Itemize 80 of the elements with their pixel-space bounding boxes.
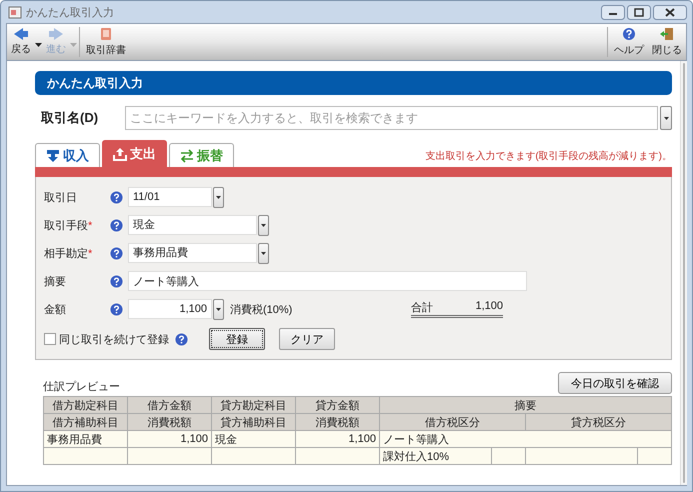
caret-icon (261, 224, 266, 226)
column-header: 貸方勘定科目 (212, 396, 296, 414)
action-button[interactable]: クリア (279, 328, 335, 350)
help-icon[interactable] (110, 274, 123, 288)
toolbar-button[interactable]: 閉じる (648, 27, 686, 57)
column-header: 借方金額 (128, 396, 212, 414)
download-arrow-icon (46, 148, 60, 162)
upload-tray-icon (113, 147, 127, 161)
required-mark: * (88, 248, 92, 260)
caret-icon (216, 308, 221, 310)
field-label: 取引日 (44, 192, 77, 204)
minimize-button[interactable] (601, 4, 625, 20)
total-value: 1,100 (475, 300, 503, 314)
text-field[interactable]: ノート等購入 (128, 271, 527, 291)
close-button[interactable] (653, 4, 687, 20)
exit-door-icon (659, 27, 675, 41)
app-icon (8, 6, 22, 18)
checkbox[interactable] (44, 333, 56, 345)
table-cell: 課対仕入10% (380, 448, 492, 464)
column-header: 貸方税区分 (526, 414, 672, 430)
back-arrow-icon (13, 28, 29, 40)
caret-icon (216, 196, 221, 198)
table-cell: 現金 (212, 430, 296, 448)
section-header: かんたん取引入力 (35, 71, 672, 95)
dropdown-button[interactable] (213, 298, 224, 320)
required-mark: * (88, 220, 92, 232)
preview-title: 仕訳プレビュー (43, 380, 120, 394)
window-title: かんたん取引入力 (26, 6, 115, 20)
transaction-name-label: 取引名(D) (40, 109, 100, 127)
tab-hint: 支出取引を入力できます(取引手段の残高が減ります)。 (424, 150, 672, 164)
field-label: 相手勘定 (44, 248, 88, 260)
help-icon[interactable] (175, 332, 188, 346)
total-label: 合計 (411, 300, 433, 315)
column-header: 消費税額 (296, 414, 380, 430)
caret-icon[interactable] (35, 43, 42, 47)
dropdown-button[interactable] (213, 186, 224, 208)
column-header: 貸方補助科目 (212, 414, 296, 430)
maximize-button[interactable] (627, 4, 651, 20)
column-header: 摘要 (380, 396, 672, 414)
column-header: 消費税額 (128, 414, 212, 430)
action-button[interactable]: 登録 (209, 328, 265, 350)
book-icon (100, 27, 112, 41)
toolbar-button[interactable]: ヘルプ (610, 27, 648, 57)
help-icon[interactable] (110, 218, 123, 232)
forward-arrow-icon (48, 28, 64, 40)
toolbar-button[interactable]: 戻る (7, 28, 35, 56)
column-header: 貸方金額 (296, 396, 380, 414)
amount-field[interactable]: 1,100 (128, 298, 212, 318)
help-icon[interactable] (110, 246, 123, 260)
table-cell: 事務用品費 (44, 430, 128, 448)
dropdown-button[interactable] (258, 214, 269, 236)
select-field[interactable]: 事務用品費 (128, 242, 257, 262)
help-icon (622, 27, 636, 41)
tab[interactable]: 収入 (35, 143, 100, 167)
table-cell: 1,100 (128, 430, 212, 448)
checkbox-label: 同じ取引を続けて登録 (59, 332, 169, 346)
tab[interactable]: 振替 (169, 143, 234, 167)
field-label: 金額 (44, 304, 66, 316)
select-field[interactable]: 現金 (128, 214, 257, 234)
help-icon[interactable] (110, 190, 123, 204)
column-header: 借方勘定科目 (44, 396, 128, 414)
dropdown-button[interactable] (258, 242, 269, 264)
field-label: 取引手段 (44, 220, 88, 232)
today-transactions-button[interactable]: 今日の取引を確認 (558, 372, 672, 394)
date-field[interactable]: 11/01 (128, 186, 212, 206)
scrollbar-thumb[interactable] (683, 63, 685, 483)
field-label: 摘要 (44, 276, 66, 288)
transaction-search-field[interactable]: ここにキーワードを入力すると、取引を検索できます (125, 106, 658, 130)
column-header: 借方補助科目 (44, 414, 128, 430)
caret-icon (261, 252, 266, 254)
tab[interactable]: 支出 (102, 140, 167, 167)
table-cell: 1,100 (296, 430, 380, 448)
help-icon[interactable] (110, 302, 123, 316)
toolbar-button[interactable]: 取引辞書 (82, 27, 130, 57)
dropdown-button[interactable] (660, 106, 672, 130)
table-cell: ノート等購入 (380, 430, 672, 448)
column-header: 借方税区分 (380, 414, 526, 430)
swap-arrows-icon (180, 148, 194, 162)
tax-label: 消費税(10%) (230, 302, 292, 316)
caret-icon (664, 116, 668, 120)
